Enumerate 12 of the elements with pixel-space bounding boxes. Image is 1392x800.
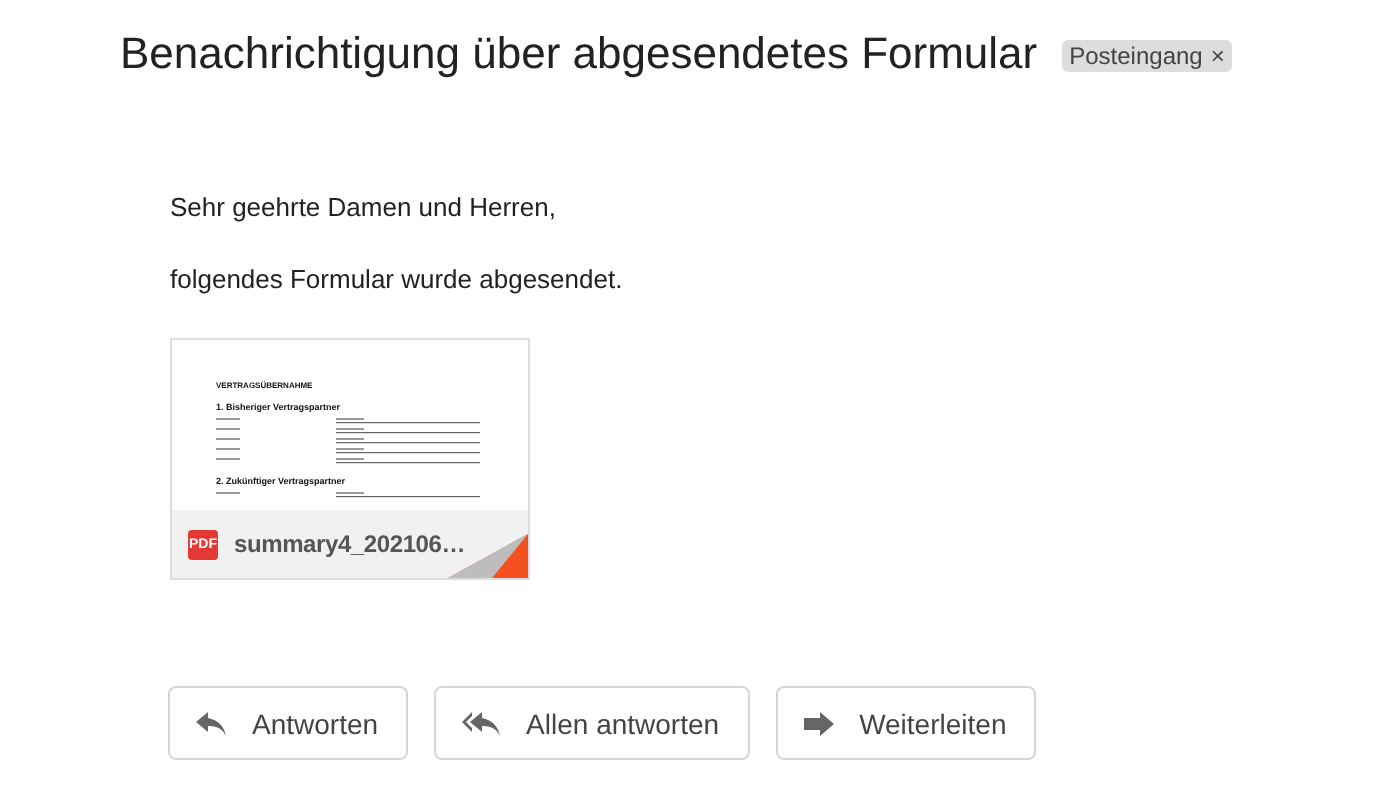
forward-button[interactable]: Weiterleiten [775, 686, 1037, 760]
message-paragraph: folgendes Formular wurde abgesendet. [170, 266, 625, 294]
reply-icon [196, 711, 228, 735]
message-paragraph: Sehr geehrte Damen und Herren, [170, 194, 558, 222]
email-subject: Benachrichtigung über abgesendetes Formular [120, 28, 1038, 80]
reply-all-button[interactable]: Allen antworten [434, 686, 750, 760]
label-text: Posteingang [1069, 41, 1203, 69]
reply-button[interactable]: Antworten [168, 686, 409, 760]
attachment-filename: summary4_202106… [234, 530, 466, 558]
remove-label-button[interactable]: × [1210, 41, 1225, 69]
forward-icon [803, 711, 836, 735]
reply-all-icon [462, 711, 503, 735]
